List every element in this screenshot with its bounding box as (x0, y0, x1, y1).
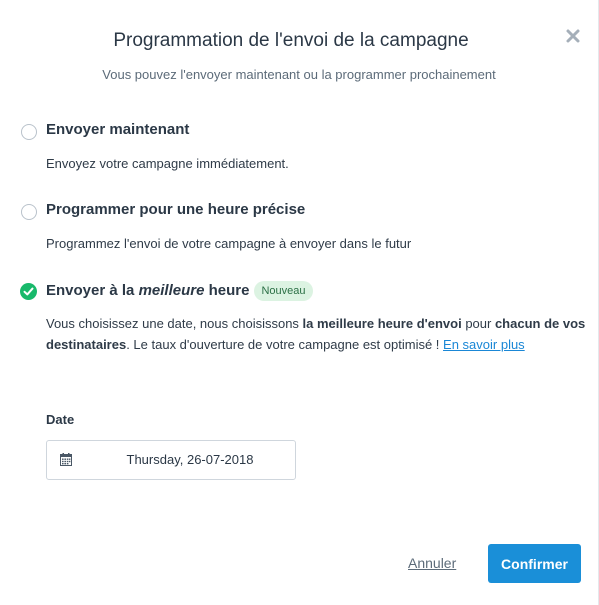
radio-schedule[interactable] (21, 204, 37, 220)
learn-more-link[interactable]: En savoir plus (443, 337, 525, 352)
option-title: Envoyer maintenant (46, 121, 190, 138)
desc-bold: la meilleure heure d'envoi (302, 316, 462, 331)
dialog-subtitle: Vous pouvez l'envoyer maintenant ou la p… (102, 67, 496, 82)
dialog-title: Programmation de l'envoi de la campagne (113, 30, 469, 51)
option-title-part: heure (204, 282, 250, 299)
date-value: Thursday, 26-07-2018 (126, 452, 254, 467)
option-title-part: Envoyer à la (46, 282, 139, 299)
option-title-emphasis: meilleure (138, 282, 205, 299)
option-description: Envoyez votre campagne immédiatement. (46, 156, 289, 171)
option-description: Programmez l'envoi de votre campagne à e… (46, 236, 412, 251)
checkmark-icon (23, 287, 34, 296)
confirm-button[interactable]: Confirmer (488, 544, 581, 583)
date-input[interactable]: Thursday, 26-07-2018 (46, 440, 296, 480)
cancel-button[interactable]: Annuler (408, 555, 456, 571)
option-title: Envoyer à la meilleure heure Nouveau (46, 281, 313, 301)
option-title: Programmer pour une heure précise (46, 201, 306, 218)
date-label: Date (46, 412, 75, 427)
radio-best-time[interactable] (20, 283, 37, 300)
radio-send-now[interactable] (21, 124, 37, 140)
new-badge: Nouveau (254, 281, 313, 301)
option-description: Vous choisissez une date, nous choisisso… (46, 313, 599, 355)
desc-text: pour (461, 316, 495, 331)
desc-text: Vous choisissez une date, nous choisisso… (46, 316, 303, 331)
desc-text: . Le taux d'ouverture de votre campagne … (126, 337, 444, 352)
